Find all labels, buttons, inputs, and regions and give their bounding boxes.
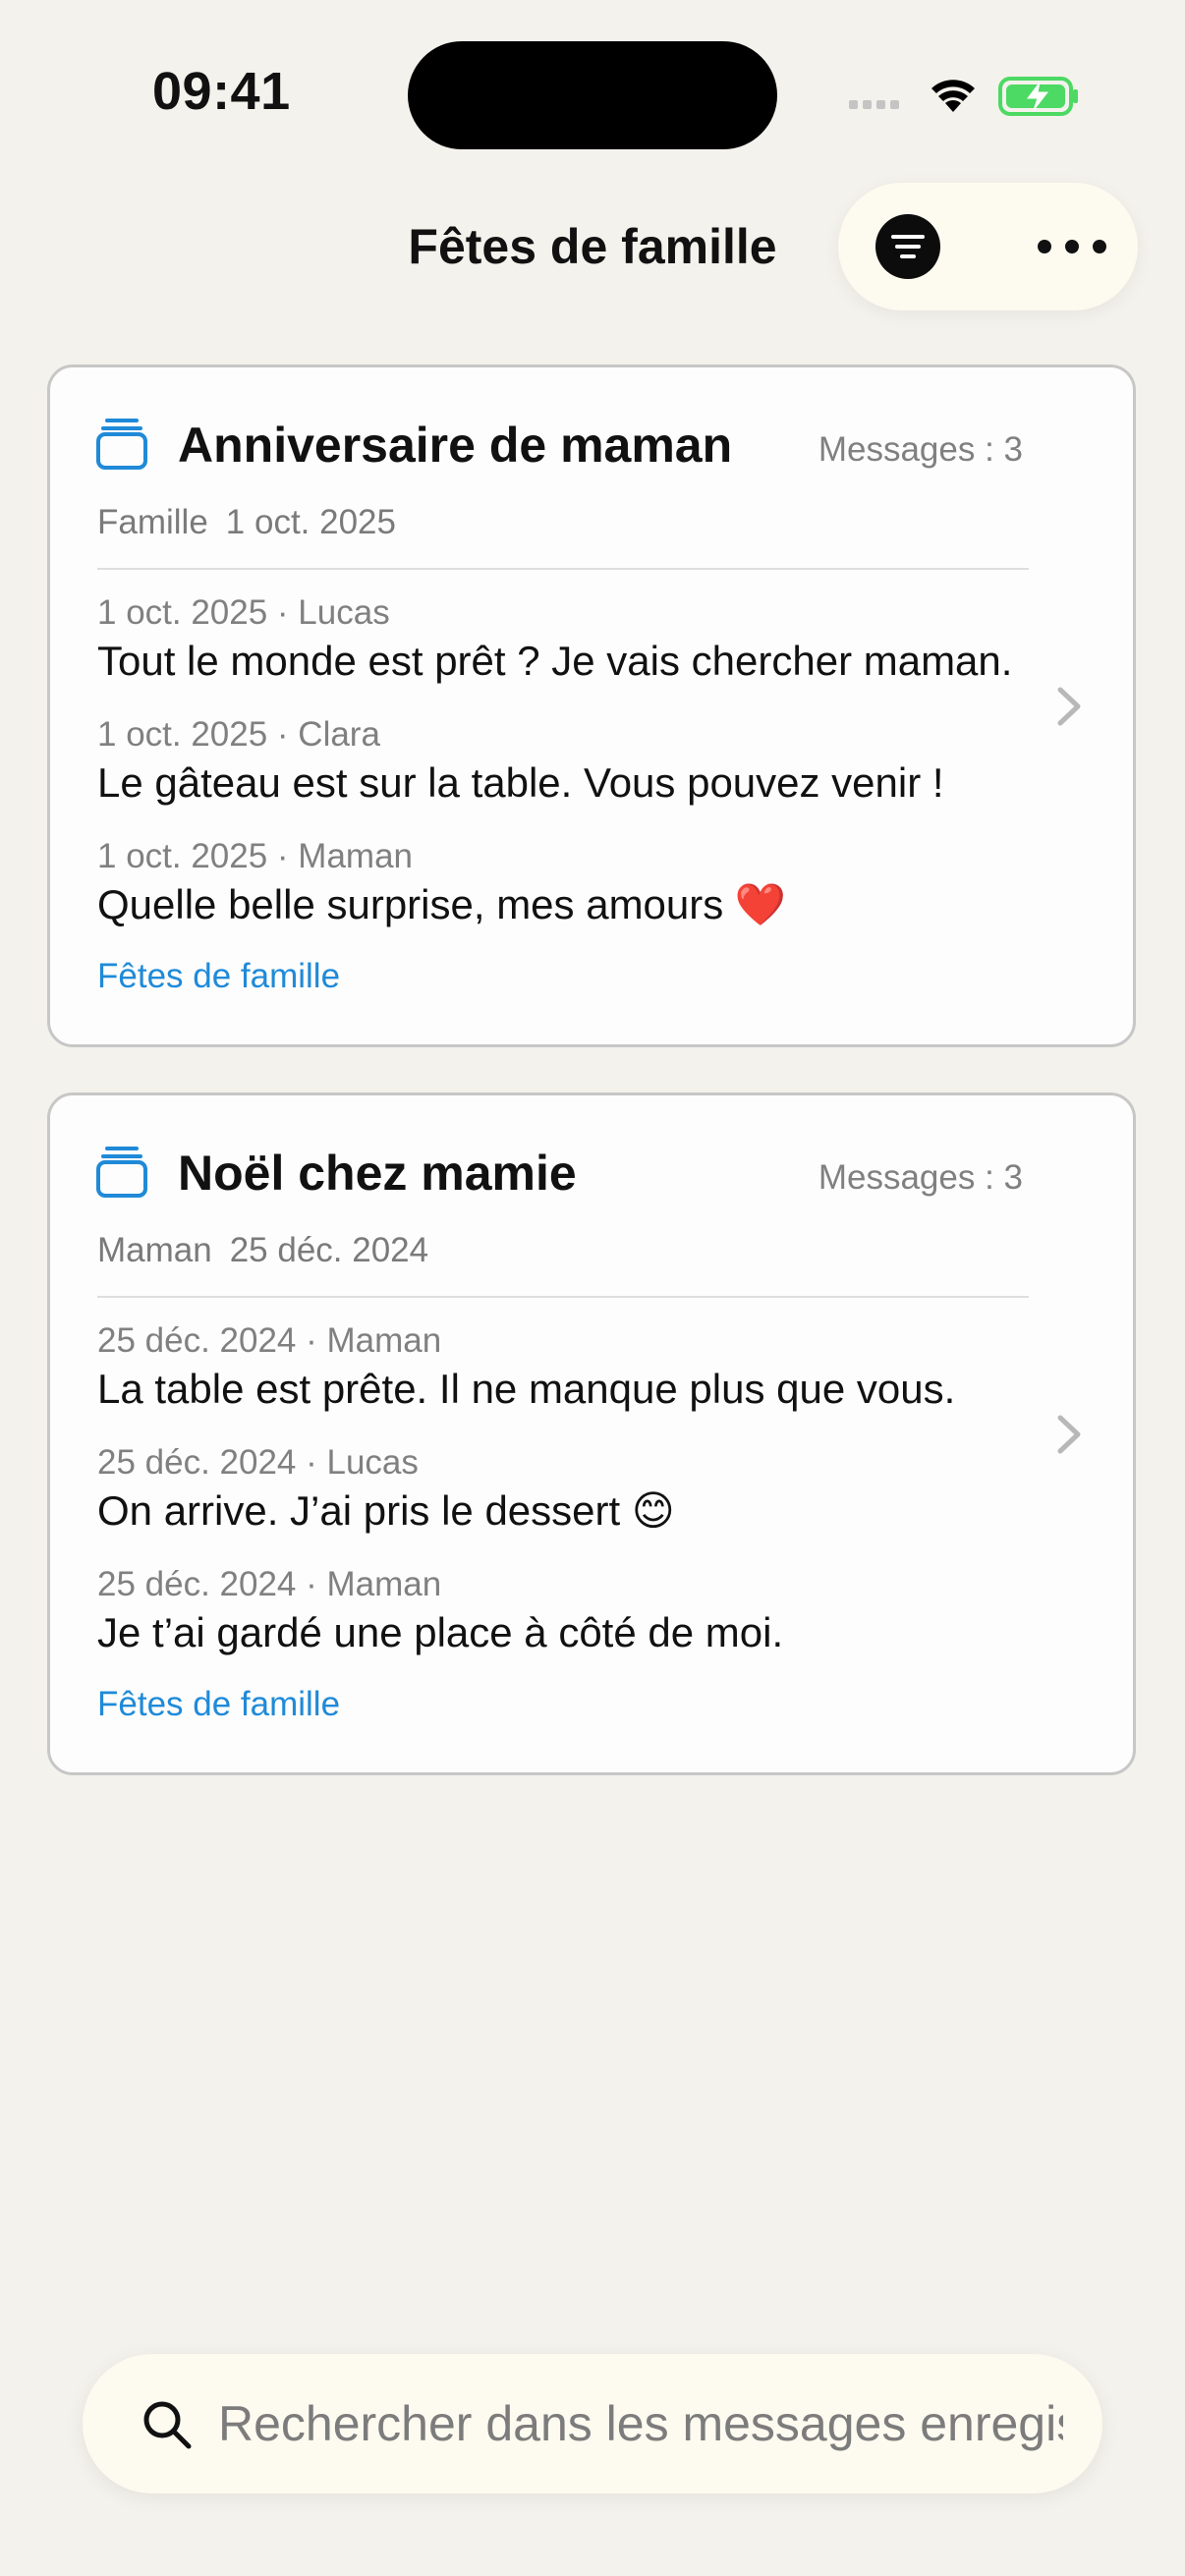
stack-icon	[95, 1145, 148, 1198]
more-button[interactable]	[1033, 222, 1111, 271]
message-item: 25 déc. 2024 · Maman La table est prête.…	[97, 1319, 1070, 1416]
message-count: Messages : 3	[818, 1158, 1023, 1197]
wifi-icon	[931, 80, 975, 112]
chevron-right-icon[interactable]	[1054, 1412, 1084, 1457]
divider	[97, 568, 1029, 570]
thread-title: Noël chez mamie	[178, 1146, 577, 1201]
message-text: Tout le monde est prêt ? Je vais cherche…	[97, 638, 1013, 684]
message-header: 25 déc. 2024 · Lucas	[97, 1443, 419, 1482]
message-header: 1 oct. 2025 · Lucas	[97, 593, 390, 632]
chevron-right-icon[interactable]	[1054, 684, 1084, 729]
message-count: Messages : 3	[818, 430, 1023, 469]
message-item: 25 déc. 2024 · Lucas On arrive. J’ai pri…	[97, 1441, 1070, 1538]
message-item: 1 oct. 2025 · Clara Le gâteau est sur la…	[97, 713, 1070, 810]
nav-actions	[838, 183, 1138, 310]
message-text: Quelle belle surprise, mes amours ❤️	[97, 881, 787, 927]
ellipsis-icon	[1038, 240, 1106, 253]
battery-icon	[998, 77, 1078, 116]
status-time: 09:41	[152, 62, 291, 121]
search-icon	[140, 2397, 195, 2452]
search-input[interactable]	[218, 2389, 1063, 2458]
thread-group: Famille	[97, 503, 208, 541]
search-bar[interactable]	[83, 2354, 1102, 2493]
message-text: Je t’ai gardé une place à côté de moi.	[97, 1609, 784, 1655]
cellular-signal-icon	[849, 100, 899, 109]
dynamic-island	[408, 41, 777, 149]
thread-tag[interactable]: Fêtes de famille	[97, 1685, 340, 1724]
divider	[97, 1296, 1029, 1298]
thread-card[interactable]: Noël chez mamie Messages : 3 Maman 25 déc…	[47, 1092, 1136, 1775]
thread-tag[interactable]: Fêtes de famille	[97, 957, 340, 996]
message-item: 25 déc. 2024 · Maman Je t’ai gardé une p…	[97, 1563, 1070, 1659]
stack-icon	[95, 417, 148, 470]
message-header: 25 déc. 2024 · Maman	[97, 1565, 442, 1603]
thread-date: 25 déc. 2024	[229, 1231, 429, 1269]
message-text: Le gâteau est sur la table. Vous pouvez …	[97, 759, 944, 806]
thread-group: Maman	[97, 1231, 212, 1269]
message-text: On arrive. J’ai pris le dessert 😊	[97, 1487, 675, 1534]
message-item: 1 oct. 2025 · Lucas Tout le monde est pr…	[97, 591, 1070, 688]
thread-date: 1 oct. 2025	[225, 503, 396, 541]
thread-card[interactable]: Anniversaire de maman Messages : 3 Famil…	[47, 364, 1136, 1047]
filter-button[interactable]	[875, 214, 940, 279]
thread-meta: Famille 1 oct. 2025	[97, 503, 396, 542]
message-header: 25 déc. 2024 · Maman	[97, 1321, 442, 1360]
message-header: 1 oct. 2025 · Maman	[97, 837, 413, 875]
filter-icon	[891, 235, 925, 258]
message-header: 1 oct. 2025 · Clara	[97, 715, 380, 754]
message-item: 1 oct. 2025 · Maman Quelle belle surpris…	[97, 835, 1070, 931]
status-icons	[845, 71, 1081, 120]
thread-meta: Maman 25 déc. 2024	[97, 1231, 428, 1270]
message-text: La table est prête. Il ne manque plus qu…	[97, 1366, 956, 1412]
thread-title: Anniversaire de maman	[178, 418, 733, 473]
